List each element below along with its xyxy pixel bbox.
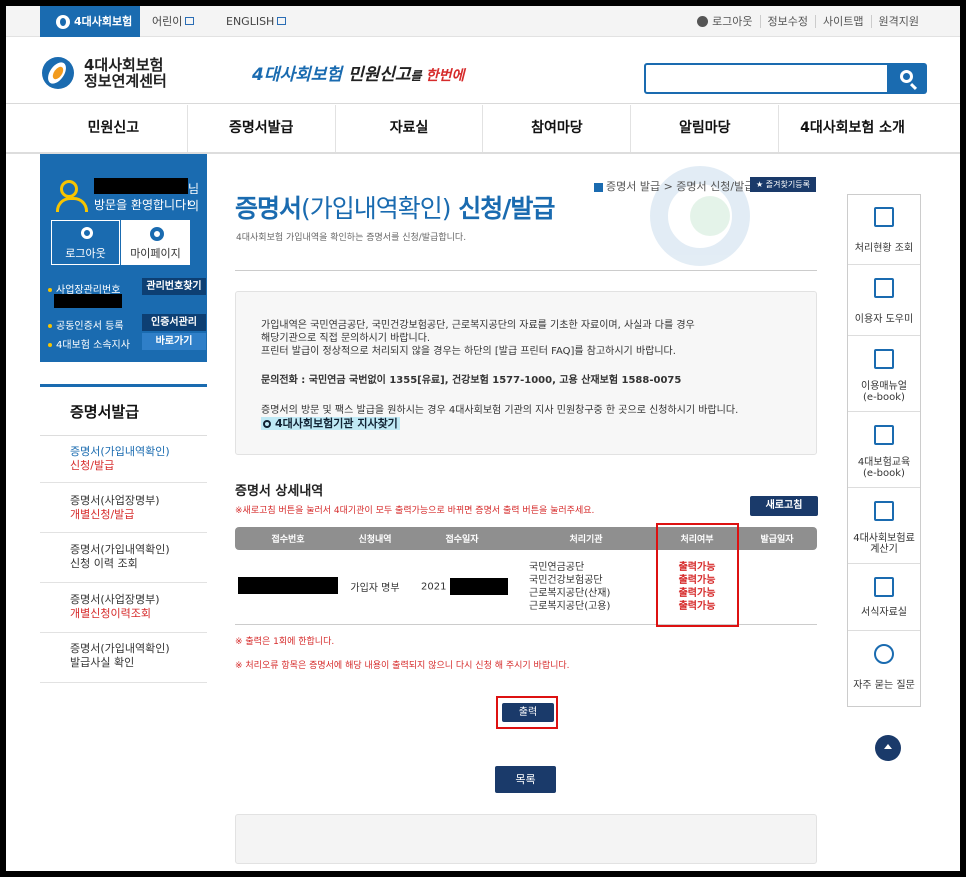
nav-item-participation[interactable]: 참여마당 — [483, 105, 632, 152]
branch-go-button[interactable]: 바로가기 — [142, 333, 206, 350]
utility-links: 로그아웃 정보수정 사이트맵 원격지원 — [690, 6, 926, 37]
gear-icon — [150, 227, 164, 241]
quick-item-manual[interactable]: 이용매뉴얼 (e-book) — [848, 337, 920, 412]
branch-finder-link[interactable]: 4대사회보험기관 지사찾기 — [261, 417, 400, 430]
cert-register-link[interactable]: 공동인증서 등록 — [48, 317, 124, 332]
receipt-no-cell — [235, 550, 341, 625]
quick-item-status[interactable]: 처리현황 조회 — [848, 195, 920, 265]
book-icon — [874, 425, 894, 445]
redacted-username — [94, 178, 188, 194]
quick-item-calculator[interactable]: 4대사회보험료 계산기 — [848, 489, 920, 564]
col-request: 신청내역 — [341, 527, 409, 550]
left-menu-item-issue-verify[interactable]: 증명서(가입내역확인) 발급사실 확인 — [40, 633, 207, 683]
utility-bar: 4대사회보험 어린이 ENGLISH 로그아웃 정보수정 사이트맵 원격지원 — [6, 6, 960, 37]
contact-phones: 문의전화 : 국민연금 국번없이 1355[유료], 건강보험 1577-100… — [261, 375, 682, 386]
bottom-panel — [235, 814, 817, 864]
search-icon — [263, 420, 271, 428]
breadcrumb: 증명서 발급 > 증명서 신청/발급 — [594, 178, 754, 194]
sitemap-link[interactable]: 사이트맵 — [815, 15, 871, 28]
redacted-biz-no — [54, 294, 122, 308]
browser-viewport: 4대사회보험 어린이 ENGLISH 로그아웃 정보수정 사이트맵 원격지원 4대사회… — [6, 6, 960, 871]
logout-button[interactable]: 로그아웃 — [51, 220, 120, 265]
quick-item-forms[interactable]: 서식자료실 — [848, 565, 920, 631]
search-button[interactable] — [888, 63, 927, 94]
request-cell: 가입자 명부 — [341, 550, 409, 625]
quick-menu: 처리현황 조회 이용자 도우미 이용매뉴얼 (e-book) 4대보험교육 (e-b… — [847, 194, 921, 707]
form-list-icon — [874, 577, 894, 597]
page-description: 4대사회보험 가입내역을 확인하는 증명서를 신청/발급합니다. — [236, 233, 467, 243]
left-menu-title: 증명서발급 — [40, 384, 207, 436]
redacted-date — [449, 578, 508, 596]
section-title: 증명서 상세내역 — [235, 484, 324, 499]
tab-kids[interactable]: 어린이 — [152, 6, 195, 37]
new-window-icon — [277, 17, 287, 25]
refresh-button[interactable]: 새로고침 — [750, 496, 818, 516]
cert-manage-button[interactable]: 인증서관리 — [142, 314, 206, 331]
title-divider — [235, 270, 817, 271]
search-icon — [900, 70, 913, 83]
add-favorite-button[interactable]: ★ 즐겨찾기등록 — [750, 177, 816, 192]
calculator-icon — [874, 501, 894, 521]
redacted-receipt-no — [238, 576, 338, 594]
quick-item-helper[interactable]: 이용자 도우미 — [848, 266, 920, 336]
edit-icon — [874, 349, 894, 369]
error-note: ※ 처리오류 항목은 증명서에 해당 내용이 출력되지 않으니 다시 신청 해 … — [235, 661, 570, 671]
print-once-note: ※ 출력은 1회에 한합니다. — [235, 637, 335, 647]
info-box: 가입내역은 국민연금공단, 국민건강보험공단, 근로복지공단의 자료를 기초한 … — [235, 291, 817, 455]
user-panel: 님의 방문을 환영합니다! 로그아웃 마이페이지 사업장관리번호 관리번호찾기 … — [40, 154, 207, 362]
power-icon — [81, 227, 93, 239]
brand-logo-icon[interactable] — [42, 57, 74, 89]
main-nav: 민원신고 증명서발급 자료실 참여마당 알림마당 4대사회보험 소개 — [40, 105, 926, 152]
left-menu-item-roster-issue[interactable]: 증명서(사업장명부) 개별신청/발급 — [40, 483, 207, 533]
edit-info-link[interactable]: 정보수정 — [759, 15, 816, 28]
status-highlight-box — [656, 523, 739, 627]
nav-item-about[interactable]: 4대사회보험 소개 — [779, 105, 926, 152]
help-monitor-icon — [874, 278, 894, 298]
quick-item-education[interactable]: 4대보험교육 (e-book) — [848, 413, 920, 488]
col-receipt-no: 접수번호 — [235, 527, 341, 550]
quick-item-faq[interactable]: 자주 묻는 질문 — [848, 632, 920, 706]
brand-name[interactable]: 4대사회보험 정보연계센터 — [84, 57, 167, 89]
user-icon — [56, 180, 88, 212]
chat-bubble-icon — [874, 644, 894, 664]
welcome-text: 방문을 환영합니다! — [94, 198, 191, 212]
issue-date-cell — [737, 550, 817, 625]
nav-item-complaint[interactable]: 민원신고 — [40, 105, 188, 152]
left-menu-item-roster-history[interactable]: 증명서(사업장명부) 개별신청이력조회 — [40, 583, 207, 633]
brand-mini-icon — [56, 15, 70, 29]
search-input[interactable] — [644, 63, 889, 94]
page-title: 증명서(가입내역확인) 신청/발급 — [235, 194, 555, 223]
home-icon[interactable] — [594, 182, 603, 192]
nav-item-notice[interactable]: 알림마당 — [631, 105, 780, 152]
tab-english[interactable]: ENGLISH — [226, 6, 287, 37]
left-menu-item-signup-issue[interactable]: 증명서(가입내역확인) 신청/발급 — [40, 437, 207, 483]
nav-item-library[interactable]: 자료실 — [336, 105, 484, 152]
find-no-button[interactable]: 관리번호찾기 — [142, 278, 206, 295]
new-window-icon — [185, 17, 195, 25]
mypage-button[interactable]: 마이페이지 — [121, 220, 190, 265]
scroll-top-button[interactable] — [875, 735, 901, 761]
document-search-icon — [874, 207, 894, 227]
branch-label: 4대보험 소속지사 — [48, 336, 130, 351]
list-button[interactable]: 목록 — [495, 766, 556, 793]
left-menu-item-signup-history[interactable]: 증명서(가입내역확인) 신청 이력 조회 — [40, 533, 207, 583]
logout-link[interactable]: 로그아웃 — [690, 15, 759, 28]
col-issue-date: 발급일자 — [737, 527, 817, 550]
agency-cell: 국민연금공단 국민건강보험공단 근로복지공단(산재) 근로복지공단(고용) — [515, 550, 657, 625]
nav-item-certificate[interactable]: 증명서발급 — [188, 105, 336, 152]
background-emblem — [630, 156, 780, 266]
lock-icon — [697, 15, 709, 27]
slogan: 4대사회보험 민원신고를 한번에 — [252, 65, 465, 85]
col-date: 접수일자 — [409, 527, 515, 550]
date-cell: 2021 — [409, 550, 515, 625]
refresh-note: ※새로고침 버튼을 눌러서 4대기관이 모두 출력가능으로 바뀌면 증명서 출력… — [235, 506, 595, 516]
site-header: 4대사회보험 정보연계센터 4대사회보험 민원신고를 한번에 — [6, 38, 960, 104]
tab-4insurance[interactable]: 4대사회보험 — [40, 6, 140, 37]
col-agency: 처리기관 — [515, 527, 657, 550]
print-highlight-box — [496, 696, 558, 729]
remote-support-link[interactable]: 원격지원 — [870, 15, 926, 28]
